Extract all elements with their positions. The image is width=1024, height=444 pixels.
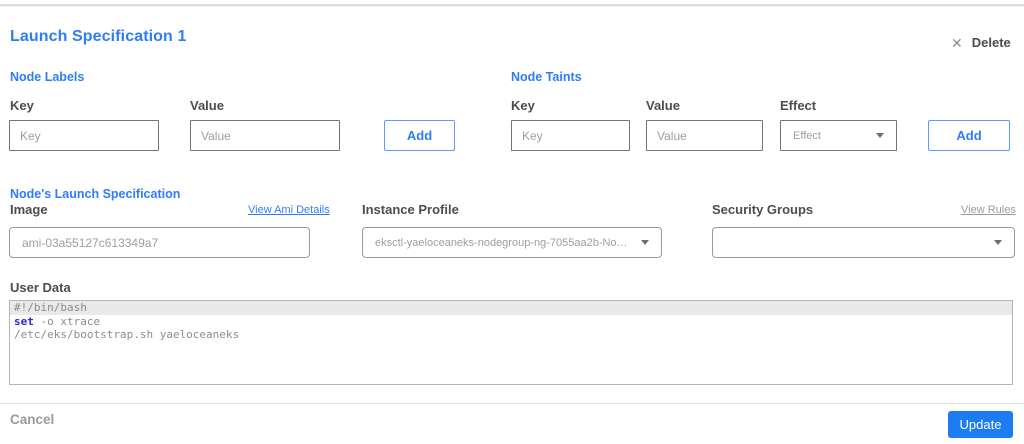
security-groups-select[interactable]: [712, 227, 1015, 258]
instance-profile-value: eksctl-yaeloceaneks-nodegroup-ng-7055aa2…: [375, 236, 633, 249]
top-divider: [0, 4, 1024, 6]
node-taints-effect-label: Effect: [780, 98, 817, 113]
code-line: #!/bin/bash: [10, 301, 1012, 315]
chevron-down-icon: [876, 133, 884, 138]
node-labels-section-title: Node Labels: [10, 70, 85, 84]
code-keyword: set: [14, 314, 34, 328]
delete-button-label: Delete: [971, 35, 1011, 50]
node-labels-value-label: Value: [190, 98, 224, 113]
node-labels-add-button[interactable]: Add: [384, 120, 455, 151]
node-taints-value-input[interactable]: [646, 120, 763, 151]
security-groups-label: Security Groups: [712, 202, 814, 217]
node-labels-key-label: Key: [10, 98, 34, 113]
node-labels-value-input[interactable]: [190, 120, 340, 151]
node-taints-section-title: Node Taints: [511, 70, 582, 84]
effect-select-placeholder: Effect: [793, 129, 821, 142]
image-ami-input[interactable]: [9, 227, 310, 258]
node-taints-value-label: Value: [646, 98, 680, 113]
view-rules-link[interactable]: View Rules: [961, 204, 1016, 216]
close-icon: ✕: [951, 34, 963, 51]
chevron-down-icon: [994, 240, 1002, 245]
user-data-code-editor[interactable]: #!/bin/bash set -o xtrace /etc/eks/boots…: [9, 300, 1013, 385]
code-text: -o xtrace: [33, 314, 101, 328]
instance-profile-label: Instance Profile: [362, 202, 459, 217]
update-button[interactable]: Update: [948, 411, 1013, 438]
node-labels-key-input[interactable]: [9, 120, 159, 151]
image-label: Image: [10, 202, 48, 217]
delete-button[interactable]: ✕ Delete: [951, 35, 1011, 50]
footer-divider: [0, 403, 1024, 404]
user-data-label: User Data: [10, 280, 71, 295]
node-taints-key-label: Key: [511, 98, 535, 113]
page-title: Launch Specification 1: [10, 28, 187, 45]
chevron-down-icon: [641, 240, 649, 245]
node-taints-effect-select[interactable]: Effect: [780, 120, 897, 151]
node-taints-key-input[interactable]: [511, 120, 630, 151]
view-ami-details-link[interactable]: View Ami Details: [248, 204, 330, 216]
cancel-button[interactable]: Cancel: [10, 412, 54, 427]
launch-spec-section-title: Node's Launch Specification: [10, 187, 181, 201]
code-line: set -o xtrace: [10, 315, 1012, 329]
instance-profile-select[interactable]: eksctl-yaeloceaneks-nodegroup-ng-7055aa2…: [362, 227, 662, 258]
node-taints-add-button[interactable]: Add: [928, 120, 1010, 151]
code-line: /etc/eks/bootstrap.sh yaeloceaneks: [14, 328, 240, 341]
launch-specification-panel: Launch Specification 1 ✕ Delete Node Lab…: [0, 0, 1024, 444]
